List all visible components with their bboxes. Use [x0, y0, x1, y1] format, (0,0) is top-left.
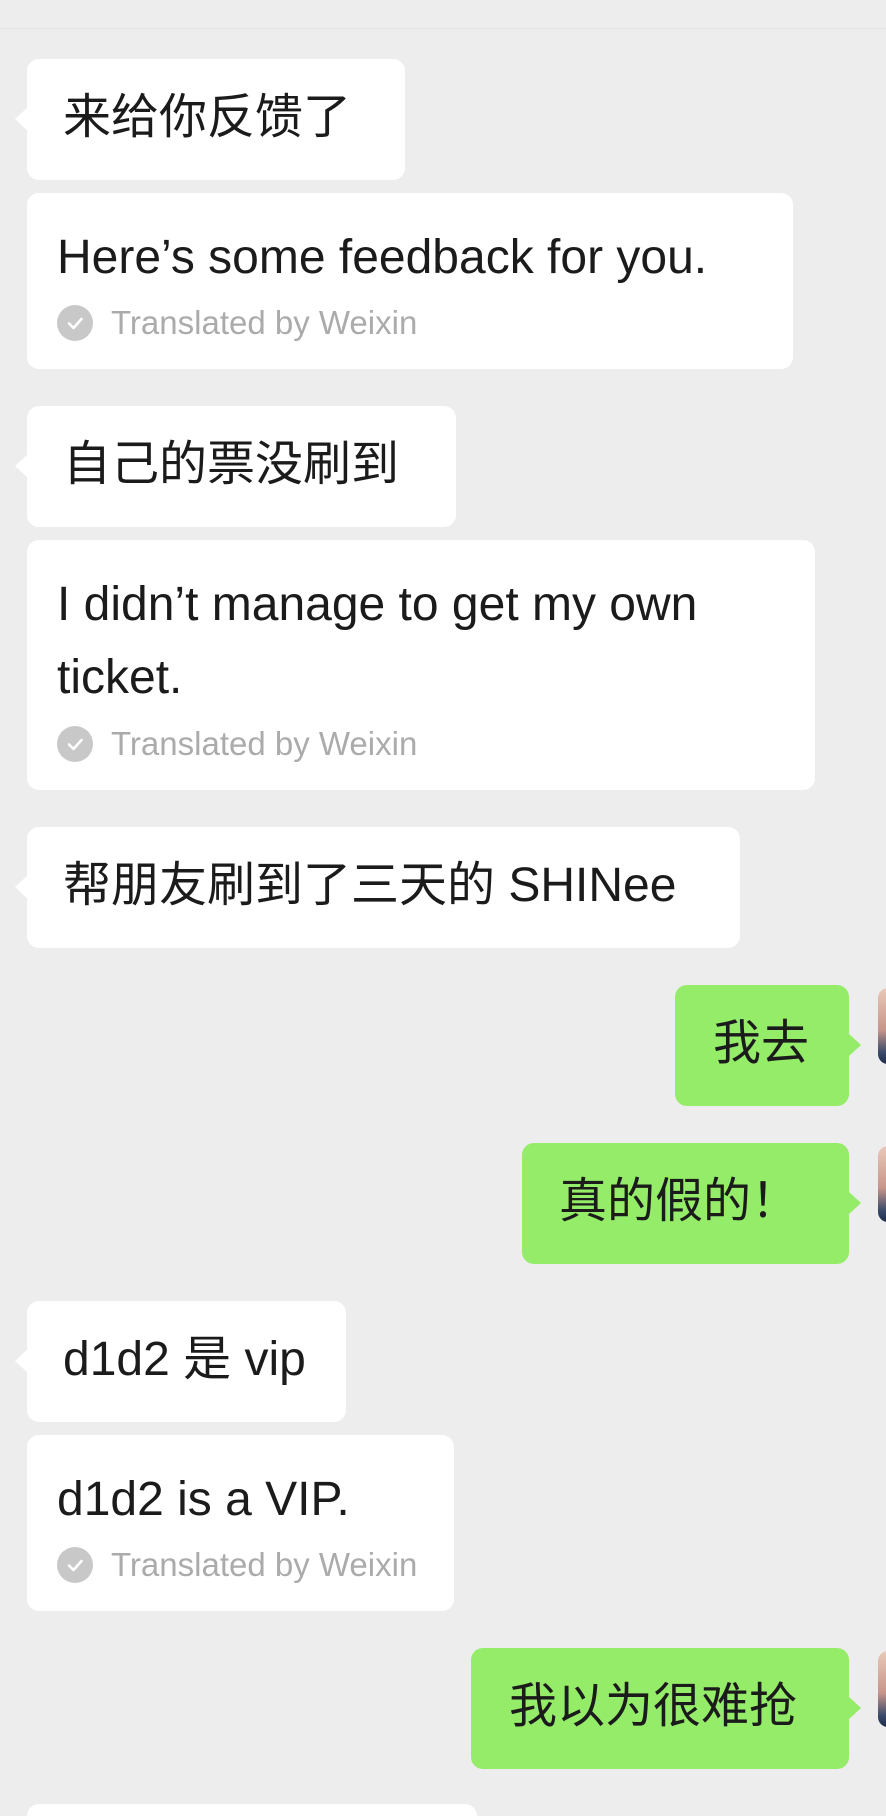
bubble-tail: [848, 1696, 861, 1720]
message-text: 帮朋友刷到了三天的 SHINee: [63, 859, 677, 912]
message-bubble-incoming-partial[interactable]: [27, 1804, 477, 1816]
bubble-tail: [15, 1349, 28, 1373]
translation-bubble[interactable]: d1d2 is a VIP. Translated by Weixin: [27, 1435, 454, 1611]
message-bubble-outgoing[interactable]: 我以为很难抢: [471, 1648, 861, 1769]
message-bubble-incoming[interactable]: 自己的票没刷到: [15, 406, 456, 527]
translation-text: I didn’t manage to get my own ticket.: [57, 578, 698, 704]
message-text: 真的假的！: [559, 1175, 800, 1228]
translation-bubble[interactable]: Here’s some feedback for you. Translated…: [27, 193, 793, 369]
translation-text: d1d2 is a VIP.: [57, 1473, 350, 1526]
message-text: 自己的票没刷到: [63, 438, 400, 491]
message-bubble-outgoing[interactable]: 真的假的！: [522, 1143, 861, 1264]
top-divider: [0, 28, 886, 29]
translation-credit-label: Translated by Weixin: [111, 1546, 418, 1583]
translation-bubble[interactable]: I didn’t manage to get my own ticket. Tr…: [27, 540, 815, 790]
message-bubble-outgoing[interactable]: 我去: [675, 985, 861, 1106]
message-text: d1d2 是 vip: [63, 1333, 306, 1386]
message-bubble-incoming[interactable]: d1d2 是 vip: [15, 1301, 346, 1422]
message-text: 我以为很难抢: [509, 1680, 798, 1733]
bubble-tail: [15, 875, 28, 899]
check-circle-icon: [57, 305, 93, 341]
avatar[interactable]: [878, 988, 886, 1064]
bubble-tail: [848, 1191, 861, 1215]
translation-credit-label: Translated by Weixin: [111, 725, 418, 762]
translation-text: Here’s some feedback for you.: [57, 231, 708, 284]
check-circle-icon: [57, 726, 93, 762]
bubble-tail: [848, 1033, 861, 1057]
bubble-tail: [15, 107, 28, 131]
check-circle-icon: [57, 1547, 93, 1583]
message-text: 来给你反馈了: [63, 91, 352, 144]
avatar[interactable]: [878, 1651, 886, 1727]
avatar[interactable]: [878, 1146, 886, 1222]
bubble-tail: [15, 454, 28, 478]
translation-credit: Translated by Weixin: [57, 724, 417, 764]
translation-credit-label: Translated by Weixin: [111, 304, 418, 341]
translation-credit: Translated by Weixin: [57, 1545, 417, 1585]
message-bubble-incoming[interactable]: 帮朋友刷到了三天的 SHINee: [15, 827, 740, 948]
message-text: 我去: [713, 1017, 810, 1070]
translation-credit: Translated by Weixin: [57, 303, 417, 343]
message-bubble-incoming[interactable]: 来给你反馈了: [15, 59, 405, 180]
